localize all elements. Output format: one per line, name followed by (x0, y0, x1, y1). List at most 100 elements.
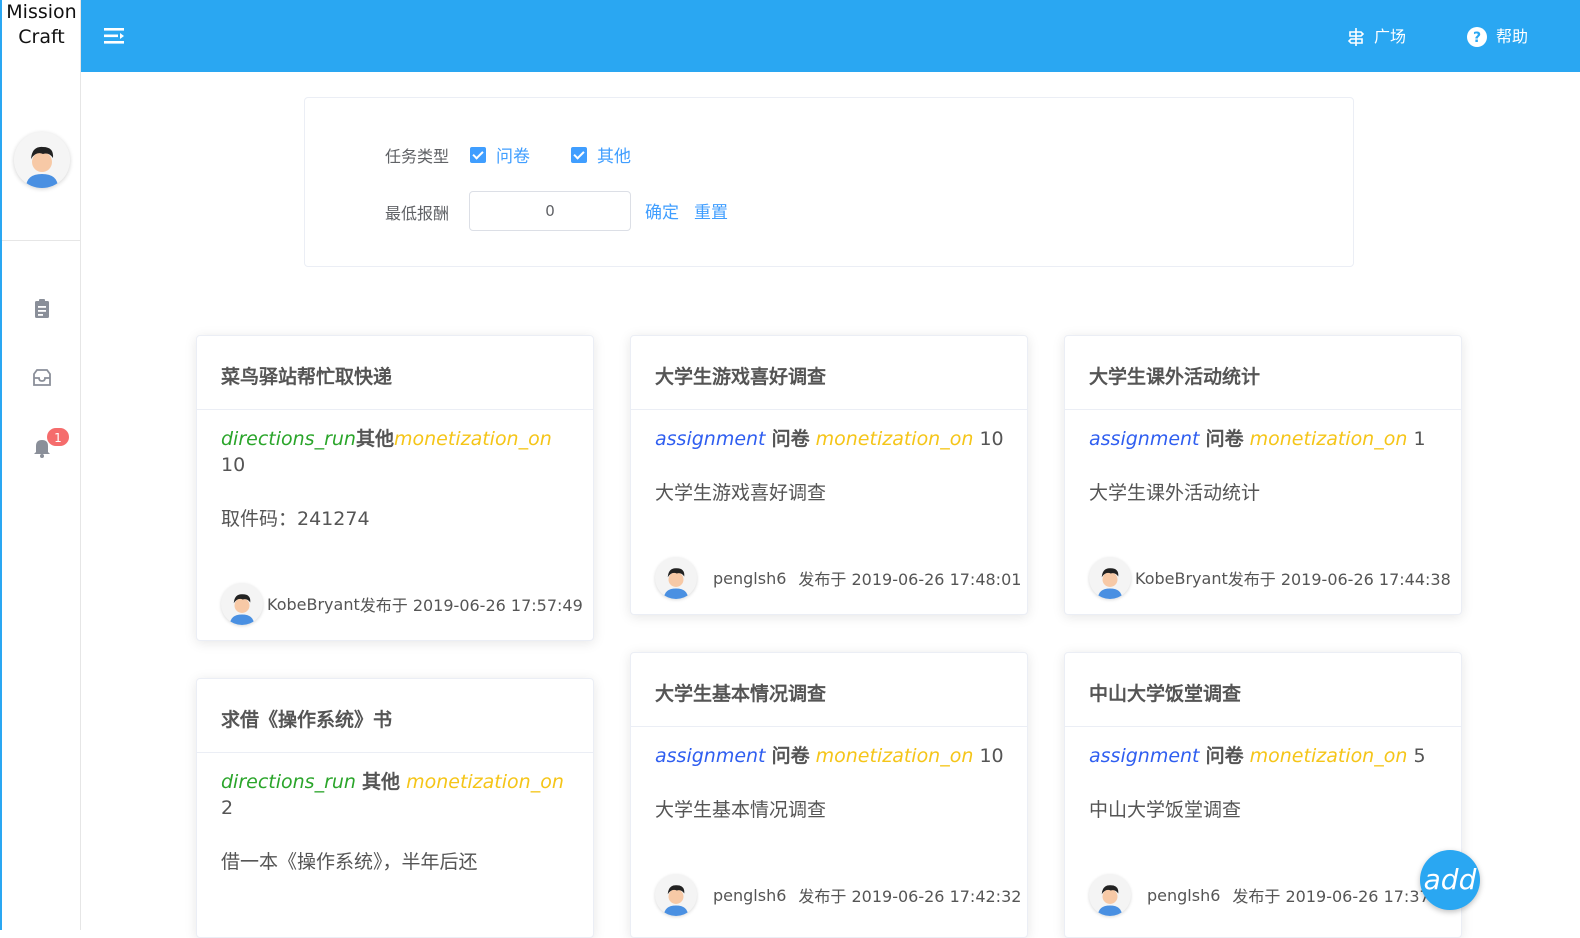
avatar-icon (1098, 885, 1122, 916)
task-card[interactable]: 大学生基本情况调查 assignment 问卷 monetization_on … (630, 652, 1028, 938)
nav-help[interactable]: ? 帮助 (1466, 24, 1528, 50)
sidebar-divider (2, 240, 81, 241)
task-type-label: 任务类型 (385, 147, 450, 166)
card-meta: assignment 问卷 monetization_on 1 (1089, 426, 1449, 452)
card-footer: penglsh6 发布于 2019-06-26 17:37:2 (1089, 874, 1445, 916)
card-category: 问卷 (771, 428, 810, 450)
directions-run-icon: directions_run (221, 428, 356, 450)
card-author: penglsh6 (713, 885, 787, 905)
top-header: 广场 ? 帮助 (81, 0, 1580, 72)
nav-square-label: 广场 (1374, 27, 1407, 46)
card-meta: directions_run其他monetization_on 10 (221, 426, 581, 478)
card-category: 问卷 (1205, 745, 1244, 767)
checkbox-questionnaire-label: 问卷 (496, 147, 530, 167)
inbox-icon[interactable] (30, 366, 54, 390)
card-footer: penglsh6 发布于 2019-06-26 17:48:01 (655, 557, 1021, 599)
clipboard-icon[interactable] (30, 297, 54, 321)
checkbox-checked-icon (571, 146, 587, 163)
assignment-icon: assignment (655, 428, 766, 450)
monetization-icon: monetization_on (1249, 745, 1408, 767)
card-published: 发布于 2019-06-26 17:57:49 (359, 596, 583, 615)
card-footer: KobeBryant 发布于 2019-06-26 17:57:49 (221, 583, 583, 625)
avatar (1089, 557, 1131, 599)
monetization-icon: monetization_on (815, 745, 974, 767)
svg-text:?: ? (1473, 30, 1481, 46)
card-reward: 2 (221, 797, 234, 819)
confirm-button[interactable]: 确定 (645, 198, 679, 223)
task-card[interactable]: 大学生课外活动统计 assignment 问卷 monetization_on … (1064, 335, 1462, 615)
card-title: 大学生基本情况调查 (631, 653, 1027, 727)
add-task-button[interactable]: add (1420, 850, 1480, 910)
card-meta: assignment 问卷 monetization_on 5 (1089, 743, 1449, 769)
sidebar: Mission Craft 1 (0, 0, 81, 930)
card-title: 中山大学饭堂调查 (1065, 653, 1461, 727)
task-card[interactable]: 中山大学饭堂调查 assignment 问卷 monetization_on 5… (1064, 652, 1462, 938)
assignment-icon: assignment (1089, 428, 1200, 450)
avatar-icon (230, 594, 254, 625)
card-category: 其他 (362, 771, 401, 793)
card-description: 借一本《操作系统》，半年后还 (221, 851, 478, 873)
task-card[interactable]: 大学生游戏喜好调查 assignment 问卷 monetization_on … (630, 335, 1028, 615)
card-meta: directions_run 其他 monetization_on 2 (221, 769, 581, 821)
monetization-icon: monetization_on (815, 428, 974, 450)
monetization-icon: monetization_on (1249, 428, 1408, 450)
avatar-icon (14, 132, 70, 188)
checkbox-checked-icon (470, 146, 486, 163)
card-category: 问卷 (1205, 428, 1244, 450)
card-title: 大学生课外活动统计 (1065, 336, 1461, 410)
card-reward: 10 (221, 454, 246, 476)
card-published: 发布于 2019-06-26 17:42:32 (798, 887, 1022, 906)
card-reward: 10 (979, 428, 1004, 450)
card-category: 问卷 (771, 745, 810, 767)
avatar (221, 583, 263, 625)
card-title: 求借《操作系统》书 (197, 679, 593, 753)
avatar (655, 557, 697, 599)
card-footer: KobeBryant 发布于 2019-06-26 17:44:38 (1089, 557, 1451, 599)
avatar-icon (664, 885, 688, 916)
square-icon (1347, 28, 1365, 46)
monetization-icon: monetization_on (406, 771, 564, 793)
checkbox-other[interactable]: 其他 (571, 142, 631, 167)
avatar-icon (664, 568, 688, 599)
card-title: 大学生游戏喜好调查 (631, 336, 1027, 410)
min-reward-input[interactable] (469, 191, 631, 231)
card-description: 中山大学饭堂调查 (1089, 799, 1242, 821)
avatar (655, 874, 697, 916)
card-title: 菜鸟驿站帮忙取快递 (197, 336, 593, 410)
assignment-icon: assignment (1089, 745, 1200, 767)
brand-logo[interactable]: Mission Craft (2, 0, 81, 72)
filter-panel: 任务类型 问卷 其他 最低报酬 确定 重置 (304, 97, 1354, 267)
card-reward: 1 (1413, 428, 1426, 450)
avatar-icon (1098, 568, 1122, 599)
card-published: 发布于 2019-06-26 17:37:2 (1232, 887, 1446, 906)
user-avatar[interactable] (14, 132, 70, 188)
card-author: KobeBryant (267, 594, 360, 614)
card-published: 发布于 2019-06-26 17:48:01 (798, 570, 1022, 589)
card-description: 大学生基本情况调查 (655, 799, 827, 821)
card-author: KobeBryant (1135, 568, 1228, 588)
reset-button[interactable]: 重置 (694, 198, 728, 223)
checkbox-other-label: 其他 (597, 147, 631, 167)
help-icon: ? (1467, 27, 1487, 47)
card-published: 发布于 2019-06-26 17:44:38 (1227, 570, 1451, 589)
card-meta: assignment 问卷 monetization_on 10 (655, 426, 1015, 452)
brand-line-2: Craft (18, 26, 65, 48)
card-author: penglsh6 (1147, 885, 1221, 905)
task-card[interactable]: 菜鸟驿站帮忙取快递 directions_run其他monetization_o… (196, 335, 594, 641)
min-reward-label: 最低报酬 (385, 204, 450, 223)
monetization-icon: monetization_on (394, 428, 552, 450)
card-description: 大学生课外活动统计 (1089, 482, 1261, 504)
assignment-icon: assignment (655, 745, 766, 767)
task-card[interactable]: 求借《操作系统》书 directions_run 其他 monetization… (196, 678, 594, 938)
notification-badge: 1 (46, 427, 70, 447)
card-meta: assignment 问卷 monetization_on 10 (655, 743, 1015, 769)
brand-line-1: Mission (6, 1, 77, 23)
menu-toggle-icon[interactable] (103, 25, 125, 47)
card-category: 其他 (355, 428, 394, 450)
card-footer: penglsh6 发布于 2019-06-26 17:42:32 (655, 874, 1021, 916)
checkbox-questionnaire[interactable]: 问卷 (470, 142, 530, 167)
nav-square[interactable]: 广场 (1346, 24, 1406, 50)
card-author: penglsh6 (713, 568, 787, 588)
avatar (1089, 874, 1131, 916)
card-reward: 5 (1413, 745, 1426, 767)
